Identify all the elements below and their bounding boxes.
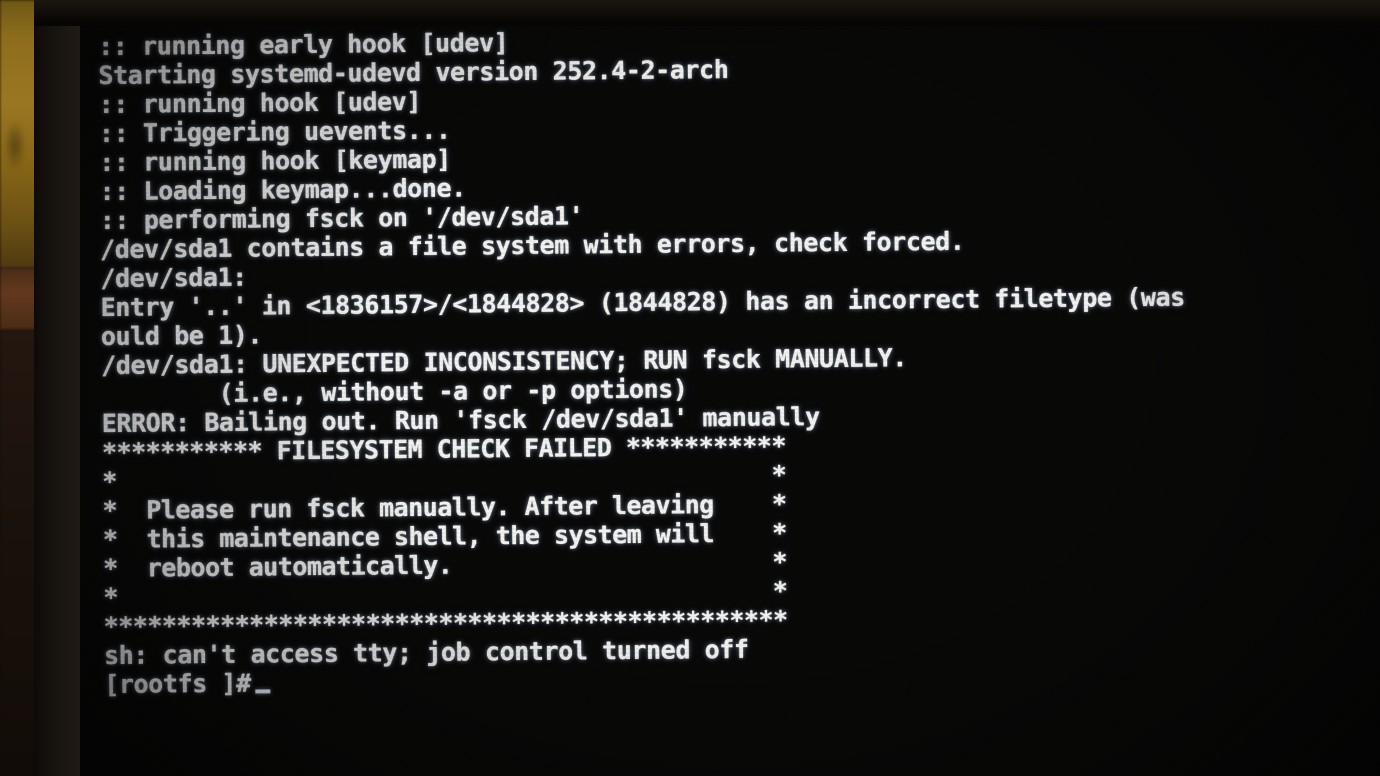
shell-prompt: [rootfs ]# [104,668,251,699]
monitor-photo: :: running early hook [udev] Starting sy… [0,0,1380,776]
ambient-amber-blot [4,120,26,172]
filesystem-check-failed-banner: *********** FILESYSTEM CHECK FAILED ****… [102,426,1380,641]
console-screen: :: running early hook [udev] Starting sy… [80,26,1380,776]
text-cursor [254,689,270,694]
monitor-bezel-top [34,0,1380,26]
monitor-bezel-left [34,0,80,776]
terminal-output: :: running early hook [udev] Starting sy… [98,26,1380,699]
